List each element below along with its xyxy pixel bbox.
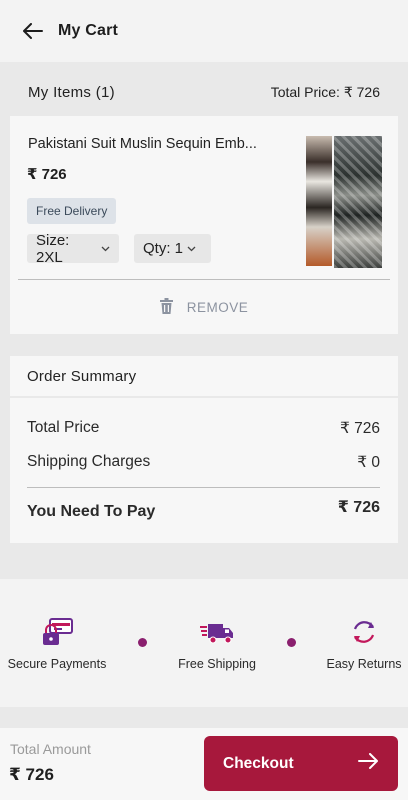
secure-payment-icon — [40, 617, 74, 652]
total-amount-label: Total Amount — [10, 741, 91, 757]
size-selector[interactable]: Size: 2XL — [27, 231, 119, 266]
pay-value: ₹ 726 — [337, 499, 380, 516]
truck-icon — [199, 617, 235, 652]
cart-item-card: Pakistani Suit Muslin Sequin Emb... ₹ 72… — [10, 116, 398, 334]
trash-icon — [159, 297, 173, 317]
divider — [18, 279, 390, 280]
arrow-right-icon — [358, 753, 378, 774]
free-delivery-badge: Free Delivery — [27, 198, 117, 224]
product-price: ₹ 726 — [27, 166, 67, 183]
items-count-title: My Items (1) — [28, 83, 115, 101]
summary-value: ₹ 726 — [339, 420, 380, 437]
separator-dot — [138, 638, 147, 647]
feature-secure-payments: Secure Payments — [6, 617, 108, 671]
summary-label: Total Price — [27, 419, 100, 436]
total-amount-value: ₹ 726 — [9, 765, 54, 784]
quantity-label: Qty: 1 — [143, 240, 184, 257]
features-strip: Secure Payments Free Shipping Easy Retur… — [0, 579, 408, 707]
chevron-down-icon — [187, 244, 196, 254]
pay-label: You Need To Pay — [27, 503, 156, 520]
page-title: My Cart — [58, 22, 119, 39]
separator-dot — [287, 638, 296, 647]
feature-label: Free Shipping — [178, 657, 256, 671]
summary-row-shipping: Shipping Charges ₹ 0 — [27, 453, 380, 472]
product-image-fabric — [334, 136, 382, 268]
feature-label: Easy Returns — [326, 657, 402, 671]
remove-label: REMOVE — [186, 299, 249, 315]
checkout-label: Checkout — [223, 754, 294, 772]
size-label: Size: 2XL — [36, 231, 70, 266]
app-bar: My Cart — [0, 0, 408, 62]
product-image[interactable] — [306, 136, 382, 268]
summary-label: Shipping Charges — [27, 453, 151, 470]
quantity-selector[interactable]: Qty: 1 — [134, 234, 211, 263]
summary-value: ₹ 0 — [357, 454, 380, 471]
checkout-bar: Total Amount ₹ 726 Checkout — [0, 728, 408, 800]
product-name[interactable]: Pakistani Suit Muslin Sequin Emb... — [28, 136, 290, 152]
feature-label: Secure Payments — [7, 657, 107, 671]
items-total-price: Total Price: ₹ 726 — [270, 83, 380, 100]
summary-row-total: Total Price ₹ 726 — [27, 419, 380, 438]
checkout-button[interactable]: Checkout — [204, 736, 398, 791]
summary-row-pay: You Need To Pay ₹ 726 — [27, 499, 380, 523]
items-header: My Items (1) Total Price: ₹ 726 — [0, 76, 408, 108]
feature-easy-returns: Easy Returns — [322, 617, 406, 671]
feature-free-shipping: Free Shipping — [171, 617, 263, 671]
chevron-down-icon — [101, 244, 110, 254]
returns-icon — [349, 617, 379, 652]
remove-button[interactable]: REMOVE — [10, 292, 398, 322]
order-summary-card: Total Price ₹ 726 Shipping Charges ₹ 0 Y… — [10, 398, 398, 543]
divider — [27, 487, 380, 488]
order-summary-title: Order Summary — [10, 356, 398, 396]
arrow-left-icon[interactable] — [21, 19, 45, 43]
product-image-front — [306, 136, 332, 266]
